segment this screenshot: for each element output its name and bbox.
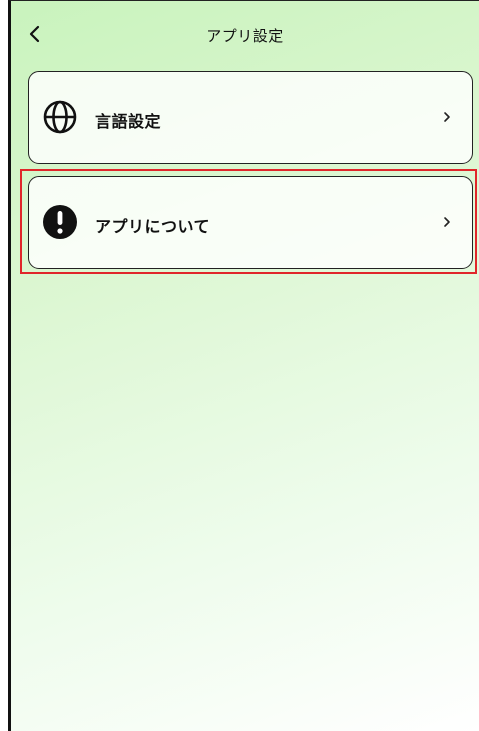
app-settings-screen: アプリ設定 言語設定 アプリについて	[8, 0, 479, 731]
language-settings-item[interactable]: 言語設定	[28, 71, 473, 164]
header: アプリ設定	[11, 1, 479, 67]
globe-icon	[42, 99, 78, 135]
info-exclamation-icon	[42, 204, 78, 240]
page-title: アプリ設定	[206, 27, 284, 45]
chevron-right-icon	[442, 215, 452, 229]
about-app-label: アプリについて	[95, 217, 211, 236]
chevron-right-icon	[442, 110, 452, 124]
about-app-item[interactable]: アプリについて	[28, 176, 473, 269]
language-settings-label: 言語設定	[95, 112, 162, 131]
